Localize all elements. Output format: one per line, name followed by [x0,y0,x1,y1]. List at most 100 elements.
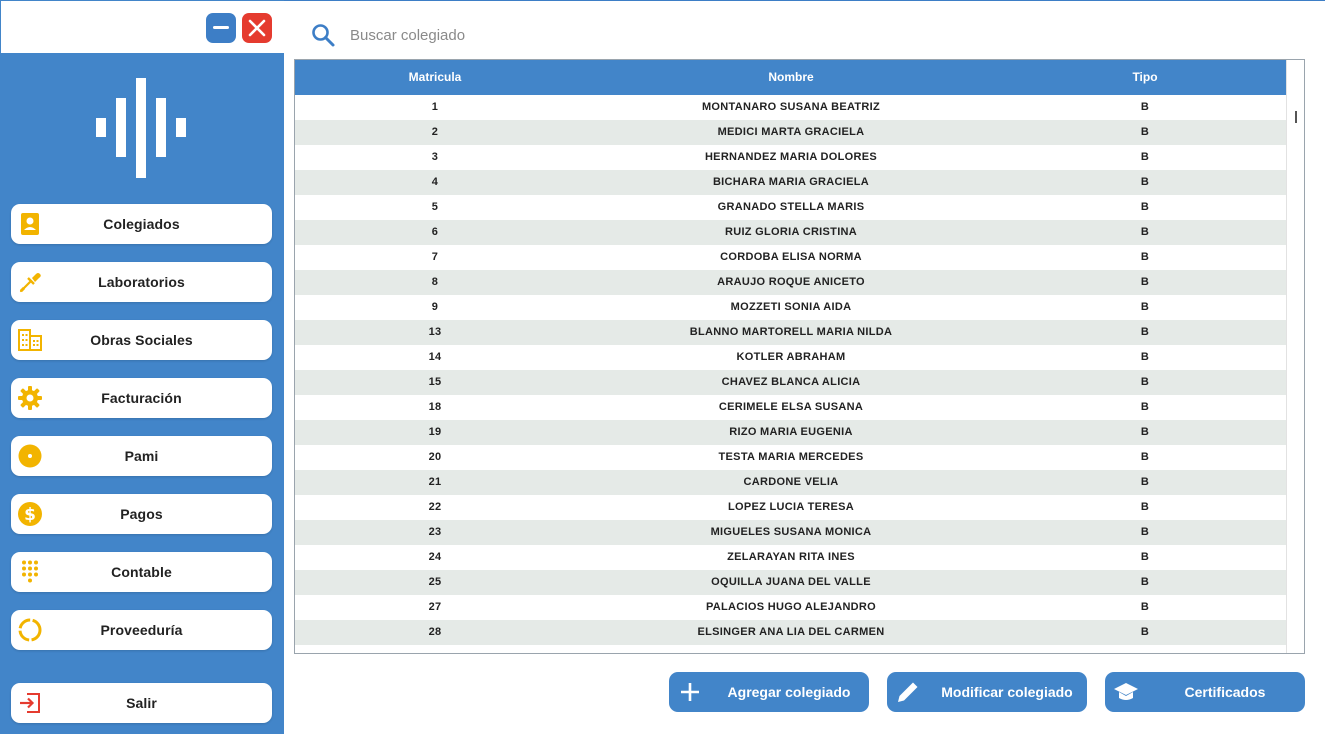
table-row[interactable]: 21 CARDONE VELIA B [295,470,1287,495]
sidebar-item-label: Contable [111,564,172,580]
sidebar-item-obras-sociales[interactable]: Obras Sociales [11,320,272,360]
table-row[interactable]: 20 TESTA MARIA MERCEDES B [295,445,1287,470]
cell-nombre: MEDICI MARTA GRACIELA [717,126,865,138]
table-row[interactable]: 6 RUIZ GLORIA CRISTINA B [295,220,1287,245]
table-body: 1 MONTANARO SUSANA BEATRIZ B 2 MEDICI MARTA … [295,95,1287,645]
cell-tipo: B [1140,326,1150,338]
table-row[interactable]: 18 CERIMELE ELSA SUSANA B [295,395,1287,420]
cell-nombre: HERNANDEZ MARIA DOLORES [704,151,878,163]
cell-tipo: B [1140,526,1150,538]
close-button[interactable] [242,13,272,43]
cell-nombre: ELSINGER ANA LIA DEL CARMEN [697,626,885,638]
cell-nombre: GRANADO STELLA MARIS [717,201,865,213]
scrollbar-thumb[interactable] [1295,111,1297,123]
cell-nombre: ZELARAYAN RITA INES [727,551,855,563]
cell-tipo: B [1140,251,1150,263]
cell-tipo: B [1140,226,1150,238]
sidebar-item-label: Facturación [101,390,182,406]
sidebar-item-laboratorios[interactable]: Laboratorios [11,262,272,302]
sidebar: Colegiados Laboratorios Obras Sociales F… [0,0,284,734]
cell-tipo: B [1140,551,1150,563]
table-row[interactable]: 1 MONTANARO SUSANA BEATRIZ B [295,95,1287,120]
cell-nombre: PALACIOS HUGO ALEJANDRO [705,601,877,613]
table-row[interactable]: 8 ARAUJO ROQUE ANICETO B [295,270,1287,295]
dollar-coin-icon: $ [18,502,42,526]
table-row[interactable]: 27 PALACIOS HUGO ALEJANDRO B [295,595,1287,620]
add-colegiado-button[interactable]: Agregar colegiado [669,672,869,712]
colegiados-table: Matricula Nombre Tipo 1 MONTANARO SUSANA … [294,59,1305,654]
table-row[interactable]: 3 HERNANDEZ MARIA DOLORES B [295,145,1287,170]
table-row[interactable]: 5 GRANADO STELLA MARIS B [295,195,1287,220]
minimize-button[interactable] [206,13,236,43]
table-row[interactable]: 7 CORDOBA ELISA NORMA B [295,245,1287,270]
table-row[interactable]: 24 ZELARAYAN RITA INES B [295,545,1287,570]
cell-nombre: RIZO MARIA EUGENIA [729,426,853,438]
sidebar-item-pagos[interactable]: $ Pagos [11,494,272,534]
cell-matricula: 18 [428,401,442,413]
table-row[interactable]: 15 CHAVEZ BLANCA ALICIA B [295,370,1287,395]
svg-text:$: $ [24,505,36,525]
edit-colegiado-button[interactable]: Modificar colegiado [887,672,1087,712]
table-header: Matricula Nombre Tipo [295,60,1287,95]
sidebar-item-contable[interactable]: Contable [11,552,272,592]
logout-icon [20,693,40,713]
table-row[interactable]: 4 BICHARA MARIA GRACIELA B [295,170,1287,195]
sidebar-item-proveeduria[interactable]: Proveeduría [11,610,272,650]
table-row[interactable]: 9 MOZZETI SONIA AIDA B [295,295,1287,320]
cell-matricula: 3 [431,151,439,163]
search-icon[interactable] [310,22,336,48]
cell-matricula: 7 [431,251,439,263]
plus-icon [681,683,699,701]
cell-nombre: CORDOBA ELISA NORMA [720,251,862,263]
cell-matricula: 23 [428,526,442,538]
close-icon [248,19,266,37]
pencil-icon [898,682,918,702]
table-row[interactable]: 25 OQUILLA JUANA DEL VALLE B [295,570,1287,595]
cell-matricula: 15 [428,376,442,388]
cell-tipo: B [1140,451,1150,463]
sidebar-item-label: Proveeduría [100,622,183,638]
sidebar-item-facturacion[interactable]: Facturación [11,378,272,418]
table-row[interactable]: 28 ELSINGER ANA LIA DEL CARMEN B [295,620,1287,645]
cell-matricula: 20 [428,451,442,463]
cell-matricula: 4 [431,176,439,188]
cell-tipo: B [1140,201,1150,213]
app-logo [96,78,186,178]
sidebar-item-label: Pagos [120,506,163,522]
exit-label: Salir [126,695,157,711]
add-colegiado-label: Agregar colegiado [727,684,851,700]
cell-matricula: 28 [428,626,442,638]
column-header-nombre[interactable]: Nombre [641,70,941,84]
cell-tipo: B [1140,101,1150,113]
cell-nombre: RUIZ GLORIA CRISTINA [724,226,858,238]
cell-nombre: ARAUJO ROQUE ANICETO [717,276,865,288]
exit-button[interactable]: Salir [11,683,272,723]
pipette-icon [19,273,41,293]
sidebar-item-label: Laboratorios [98,274,185,290]
table-row[interactable]: 19 RIZO MARIA EUGENIA B [295,420,1287,445]
certificados-button[interactable]: Certificados [1105,672,1305,712]
column-header-tipo[interactable]: Tipo [1095,70,1195,84]
table-row[interactable]: 13 BLANNO MARTORELL MARIA NILDA B [295,320,1287,345]
cell-nombre: KOTLER ABRAHAM [736,351,846,363]
search-input[interactable] [350,24,710,46]
sidebar-item-pami[interactable]: Pami [11,436,272,476]
table-row[interactable]: 2 MEDICI MARTA GRACIELA B [295,120,1287,145]
edit-colegiado-label: Modificar colegiado [941,684,1073,700]
cell-matricula: 27 [428,601,442,613]
table-scrollbar[interactable] [1286,60,1304,653]
column-header-matricula[interactable]: Matricula [385,70,485,84]
sidebar-item-colegiados[interactable]: Colegiados [11,204,272,244]
ring-icon [18,618,42,642]
sidebar-item-label: Colegiados [103,216,180,232]
cell-matricula: 9 [431,301,439,313]
cell-matricula: 25 [428,576,442,588]
cell-tipo: B [1140,126,1150,138]
cell-matricula: 24 [428,551,442,563]
dialpad-icon [22,560,38,583]
cell-matricula: 13 [428,326,442,338]
table-row[interactable]: 23 MIGUELES SUSANA MONICA B [295,520,1287,545]
contact-card-icon [21,213,39,235]
table-row[interactable]: 22 LOPEZ LUCIA TERESA B [295,495,1287,520]
table-row[interactable]: 14 KOTLER ABRAHAM B [295,345,1287,370]
